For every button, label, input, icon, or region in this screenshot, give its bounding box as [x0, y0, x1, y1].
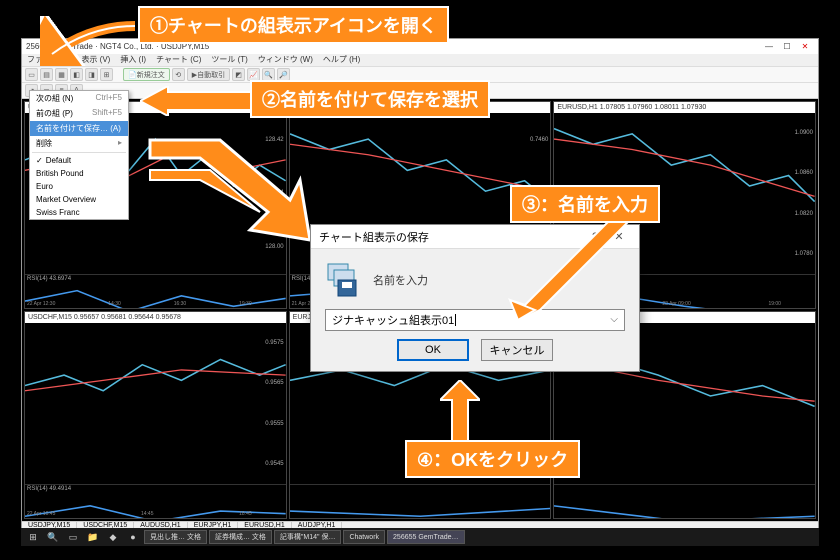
- chart-title: EURUSD,H1 1.07805 1.07960 1.08011 1.0793…: [554, 102, 815, 113]
- arrow-1: [40, 16, 140, 66]
- profiles-icon[interactable]: ▭: [25, 68, 38, 81]
- search-icon[interactable]: 🔍: [44, 530, 62, 544]
- close-button[interactable]: ✕: [796, 42, 814, 51]
- menu-window[interactable]: ウィンドウ (W): [253, 54, 318, 66]
- toolbar-icon[interactable]: ◩: [232, 68, 245, 81]
- callout-step1: ①チャートの組表示アイコンを開く: [138, 6, 449, 44]
- toolbar-icon[interactable]: ⟲: [172, 68, 185, 81]
- taskbar-item[interactable]: 256655 GemTrade…: [387, 530, 465, 544]
- toolbar-icon[interactable]: ▦: [55, 68, 68, 81]
- autotrade-button[interactable]: ▶ 自動取引: [187, 68, 230, 81]
- app-icon[interactable]: ◆: [104, 530, 122, 544]
- menu-item[interactable]: British Pound: [30, 167, 128, 180]
- toolbar-icon[interactable]: ◨: [85, 68, 98, 81]
- taskview-icon[interactable]: ▭: [64, 530, 82, 544]
- chart-title: USDCHF,M15 0.95657 0.95681 0.95644 0.956…: [25, 312, 286, 323]
- arrow-3: [500, 210, 630, 320]
- menu-next[interactable]: 次の組 (N)Ctrl+F5: [30, 91, 128, 106]
- toolbar-icon[interactable]: ⊞: [100, 68, 113, 81]
- dialog-title: チャート組表示の保存: [319, 229, 429, 245]
- taskbar-item[interactable]: 証券構成… 文格: [209, 530, 272, 544]
- taskbar-item[interactable]: 見出し推… 文格: [144, 530, 207, 544]
- minimize-button[interactable]: —: [760, 42, 778, 51]
- app-icon[interactable]: ●: [124, 530, 142, 544]
- ok-button[interactable]: OK: [397, 339, 469, 361]
- new-order-button[interactable]: 📄 新規注文: [123, 68, 170, 81]
- dialog-prompt: 名前を入力: [373, 272, 428, 288]
- toolbar-icon[interactable]: ▤: [40, 68, 53, 81]
- callout-step4: ④：OKをクリック: [405, 440, 580, 478]
- arrow-big: [140, 130, 310, 250]
- menu-save-as[interactable]: 名前を付けて保存… (A): [30, 121, 128, 136]
- menubar[interactable]: ファイル (F) 表示 (V) 挿入 (I) チャート (C) ツール (T) …: [22, 54, 818, 67]
- menu-item[interactable]: Market Overview: [30, 193, 128, 206]
- save-icon: [325, 261, 363, 299]
- menu-chart[interactable]: チャート (C): [151, 54, 206, 66]
- menu-tools[interactable]: ツール (T): [206, 54, 252, 66]
- cancel-button[interactable]: キャンセル: [481, 339, 553, 361]
- windows-taskbar[interactable]: ⊞ 🔍 ▭ 📁 ◆ ● 見出し推… 文格 証券構成… 文格 記事構"M14" 保…: [21, 528, 819, 546]
- callout-step3: ③：名前を入力: [510, 185, 660, 223]
- chart-window[interactable]: USDCHF,M15 0.95657 0.95681 0.95644 0.956…: [24, 311, 287, 519]
- menu-item[interactable]: Euro: [30, 180, 128, 193]
- arrow-2: [140, 86, 252, 116]
- profiles-menu: 次の組 (N)Ctrl+F5 前の組 (P)Shift+F5 名前を付けて保存……: [29, 90, 129, 220]
- taskbar-item[interactable]: 記事構"M14" 保…: [274, 530, 342, 544]
- start-icon[interactable]: ⊞: [24, 530, 42, 544]
- explorer-icon[interactable]: 📁: [84, 530, 102, 544]
- menu-item[interactable]: Swiss Franc: [30, 206, 128, 219]
- menu-help[interactable]: ヘルプ (H): [318, 54, 365, 66]
- menu-item[interactable]: Default: [30, 154, 128, 167]
- menu-delete[interactable]: 削除▸: [30, 136, 128, 151]
- menu-prev[interactable]: 前の組 (P)Shift+F5: [30, 106, 128, 121]
- arrow-4: [440, 380, 480, 444]
- maximize-button[interactable]: ☐: [778, 42, 796, 51]
- taskbar-item[interactable]: Chatwork: [343, 530, 385, 544]
- toolbar-icon[interactable]: ◧: [70, 68, 83, 81]
- callout-step2: ②名前を付けて保存を選択: [250, 80, 490, 118]
